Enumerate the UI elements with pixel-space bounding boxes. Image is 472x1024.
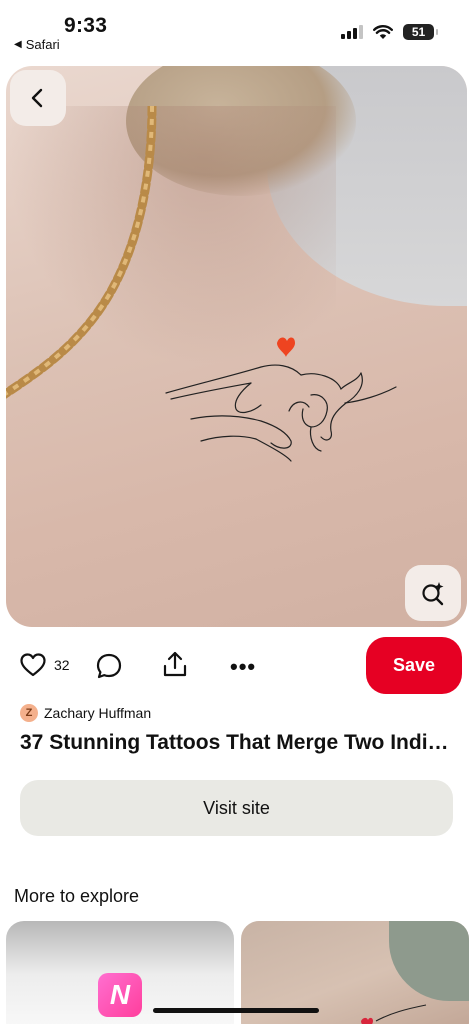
back-triangle-icon: ◀: [14, 39, 22, 50]
share-button[interactable]: [162, 650, 188, 678]
comment-button[interactable]: [96, 653, 122, 679]
share-upload-icon: [163, 651, 187, 677]
system-icons: 51: [341, 24, 438, 40]
back-button[interactable]: [10, 70, 66, 126]
like-count: 32: [54, 657, 70, 673]
author-name: Zachary Huffman: [44, 705, 152, 721]
pin-actions: 32 ••• Save: [0, 636, 472, 696]
status-time: 9:33: [64, 14, 108, 37]
save-button[interactable]: Save: [366, 637, 462, 694]
more-to-explore-heading: More to explore: [14, 886, 140, 906]
visit-site-button[interactable]: Visit site: [20, 780, 453, 836]
more-options-button[interactable]: •••: [230, 654, 256, 680]
battery-icon: 51: [403, 24, 438, 40]
cellular-signal-icon: [341, 25, 363, 39]
pin-title: 37 Stunning Tattoos That Merge Two Indiv…: [20, 731, 460, 754]
more-dots-icon: •••: [230, 654, 257, 679]
back-app-label: Safari: [25, 37, 60, 52]
wifi-icon: [373, 24, 393, 39]
home-indicator[interactable]: [153, 1008, 319, 1013]
heart-icon: [20, 653, 46, 677]
back-arrow-icon: [31, 88, 43, 108]
comment-bubble-icon: [96, 653, 122, 679]
app-logo-icon: N: [98, 973, 142, 1017]
status-bar: 9:33 ◀ Safari 51: [0, 0, 472, 58]
necklace-chain-graphic: [6, 106, 157, 399]
pin-author[interactable]: Z Zachary Huffman: [20, 704, 151, 722]
avatar: Z: [20, 704, 38, 722]
visual-search-button[interactable]: [405, 565, 461, 621]
tattoo-graphic: [165, 337, 397, 462]
card-image-background: [389, 921, 469, 1001]
like-button[interactable]: 32: [20, 653, 70, 677]
pin-image[interactable]: [6, 66, 467, 627]
back-to-safari[interactable]: ◀ Safari: [14, 37, 60, 52]
tattoo-thumbnail-graphic: [361, 1004, 427, 1024]
visual-search-icon: [422, 582, 444, 606]
